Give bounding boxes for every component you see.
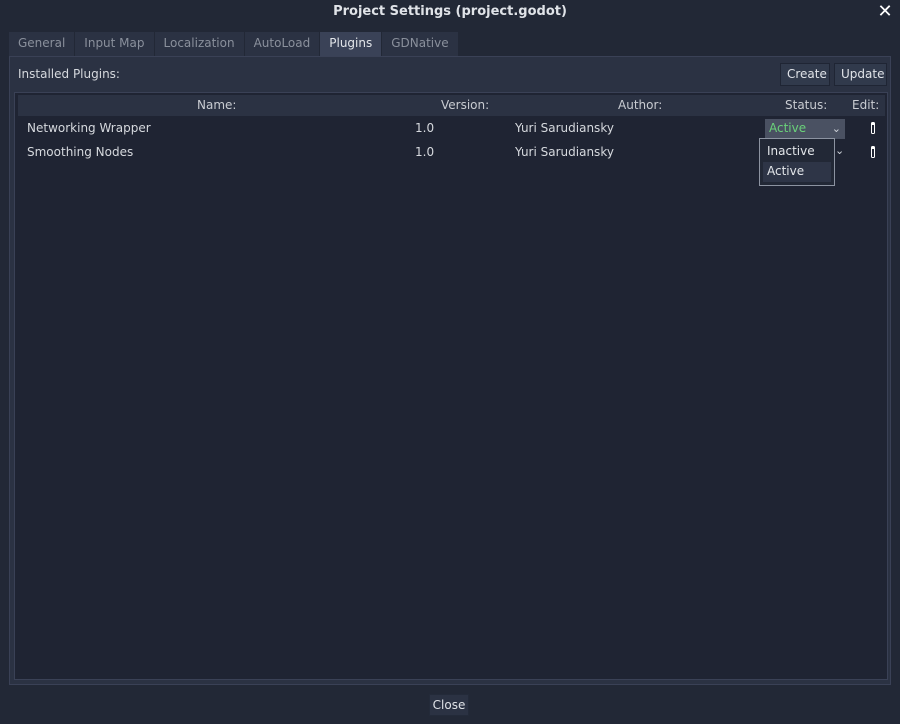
status-popup-menu: Inactive Active bbox=[759, 138, 835, 186]
installed-plugins-label: Installed Plugins: bbox=[18, 67, 120, 81]
column-header-version[interactable]: Version: bbox=[441, 98, 489, 112]
column-header-edit[interactable]: Edit: bbox=[852, 98, 879, 112]
tab-input-map[interactable]: Input Map bbox=[75, 32, 154, 56]
tree-header: Name: Version: Author: Status: Edit: bbox=[18, 95, 885, 116]
plugins-tree: Name: Version: Author: Status: Edit: Net… bbox=[14, 92, 888, 680]
chevron-down-icon[interactable]: ⌄ bbox=[835, 144, 844, 157]
plugin-author: Yuri Sarudiansky bbox=[515, 145, 614, 159]
tab-general[interactable]: General bbox=[9, 32, 75, 56]
table-row[interactable]: Smoothing Nodes 1.0 Yuri Sarudiansky ⌄ bbox=[17, 142, 885, 164]
create-button[interactable]: Create bbox=[780, 63, 830, 86]
plugin-name: Smoothing Nodes bbox=[27, 145, 134, 159]
edit-icon[interactable] bbox=[869, 145, 877, 159]
column-header-name[interactable]: Name: bbox=[197, 98, 236, 112]
status-value: Active bbox=[769, 121, 807, 135]
plugin-author: Yuri Sarudiansky bbox=[515, 121, 614, 135]
menu-item-inactive[interactable]: Inactive bbox=[763, 142, 831, 162]
table-row[interactable]: Networking Wrapper 1.0 Yuri Sarudiansky … bbox=[17, 118, 885, 140]
close-button[interactable]: Close bbox=[429, 694, 469, 716]
chevron-down-icon: ⌄ bbox=[831, 122, 841, 135]
tab-autoload[interactable]: AutoLoad bbox=[244, 32, 320, 56]
tab-plugins[interactable]: Plugins bbox=[320, 32, 382, 56]
tab-bar: General Input Map Localization AutoLoad … bbox=[9, 32, 459, 56]
edit-icon[interactable] bbox=[869, 121, 877, 135]
update-button[interactable]: Update bbox=[834, 63, 887, 86]
tab-localization[interactable]: Localization bbox=[154, 32, 244, 56]
title-bar: Project Settings (project.godot) ✕ bbox=[0, 0, 900, 26]
close-icon[interactable]: ✕ bbox=[876, 2, 894, 22]
plugin-version: 1.0 bbox=[415, 121, 435, 135]
status-dropdown[interactable]: Active ⌄ bbox=[765, 119, 845, 139]
plugin-name: Networking Wrapper bbox=[27, 121, 151, 135]
plugin-version: 1.0 bbox=[415, 145, 435, 159]
tab-gdnative[interactable]: GDNative bbox=[382, 32, 458, 56]
column-header-author[interactable]: Author: bbox=[618, 98, 662, 112]
menu-item-active[interactable]: Active bbox=[763, 162, 831, 182]
window-title: Project Settings (project.godot) bbox=[333, 4, 567, 19]
column-header-status[interactable]: Status: bbox=[785, 98, 827, 112]
